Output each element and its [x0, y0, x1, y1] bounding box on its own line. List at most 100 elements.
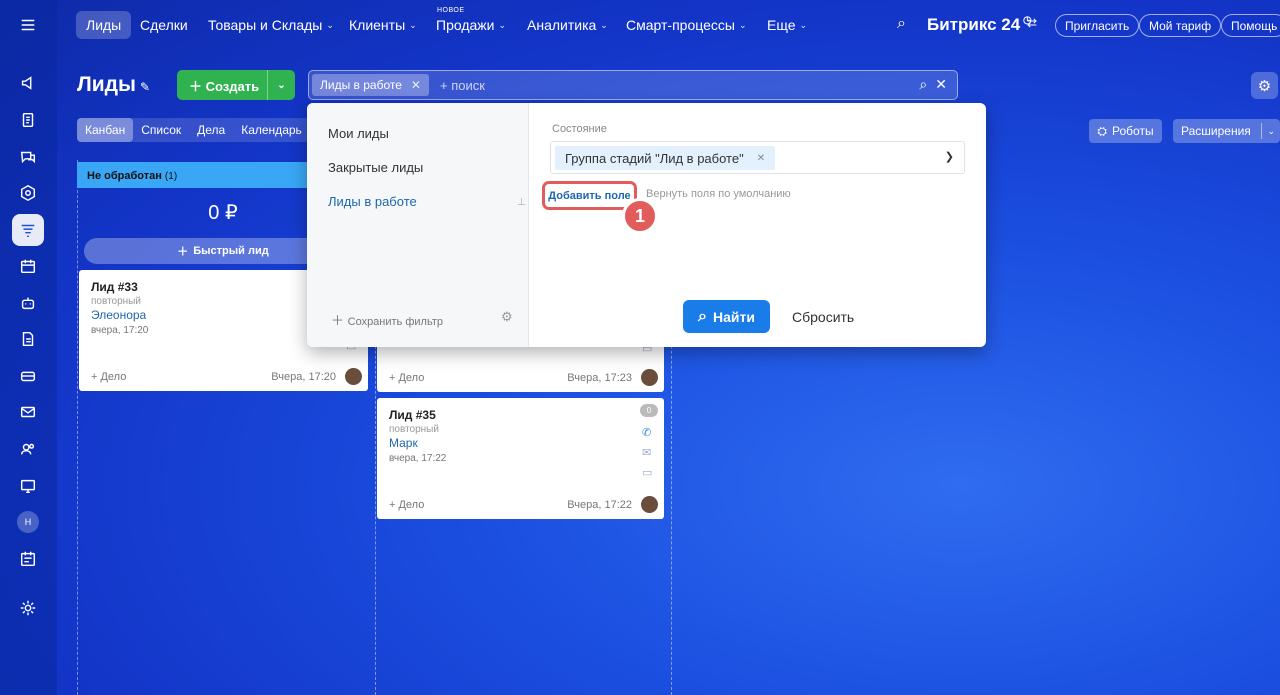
- plus-icon: ＋: [331, 313, 348, 328]
- status-chip[interactable]: Группа стадий "Лид в работе" ✕: [555, 146, 776, 170]
- card-title[interactable]: Лид #33: [91, 280, 138, 294]
- chevron-down-icon: ⌄: [409, 19, 417, 30]
- filter-search-bar[interactable]: Лиды в работе ✕ + поиск ⌕ ✕: [308, 70, 958, 100]
- settings-icon[interactable]: [12, 592, 44, 624]
- phone-icon[interactable]: ✆: [642, 426, 656, 439]
- nav-smart-processes[interactable]: Смарт-процессы ⌄: [616, 11, 756, 39]
- close-icon[interactable]: ✕: [411, 78, 421, 92]
- search-icon[interactable]: ⌕: [919, 76, 927, 93]
- column-divider: [77, 160, 78, 695]
- robots-button[interactable]: ⛭ Роботы: [1089, 119, 1162, 143]
- pin-icon[interactable]: ⊥: [517, 197, 526, 208]
- plan-button[interactable]: Мой тариф: [1139, 14, 1222, 37]
- chevron-down-icon: ⌄: [1267, 125, 1275, 136]
- avatar[interactable]: Н: [17, 511, 39, 533]
- card-subtitle: повторный: [91, 296, 141, 307]
- calendar-icon[interactable]: [12, 250, 44, 282]
- close-icon[interactable]: ✕: [935, 76, 947, 93]
- nav-analytics[interactable]: Аналитика ⌄: [517, 11, 618, 39]
- robot-icon: ⛭: [1097, 123, 1108, 138]
- screen-icon[interactable]: [12, 470, 44, 502]
- gear-icon[interactable]: ⚙: [1251, 72, 1278, 99]
- card-contact[interactable]: Элеонора: [91, 308, 146, 322]
- filter-chip[interactable]: Лиды в работе ✕: [312, 74, 429, 96]
- chevron-down-icon: ⌄: [799, 19, 808, 30]
- tab-kanban[interactable]: Канбан: [77, 118, 134, 142]
- status-field[interactable]: Группа стадий "Лид в работе" ✕ ❯: [550, 141, 965, 174]
- switch-icon[interactable]: ⇄: [1027, 16, 1037, 30]
- menu-icon[interactable]: [12, 9, 44, 41]
- nav-leads[interactable]: Лиды: [76, 11, 132, 39]
- add-activity-link[interactable]: + Дело: [389, 372, 424, 384]
- add-activity-link[interactable]: + Дело: [389, 499, 424, 511]
- nav-clients[interactable]: Клиенты ⌄: [339, 11, 427, 39]
- chat-icon[interactable]: ▭: [642, 466, 656, 479]
- search-icon: ⌕: [698, 307, 707, 325]
- filter-presets-panel: Мои лиды Закрытые лиды Лиды в работе ⊥ ＋…: [307, 103, 529, 347]
- chevron-down-icon: ⌄: [600, 19, 608, 30]
- search-icon[interactable]: ⌕: [897, 15, 906, 33]
- add-field-button[interactable]: Добавить поле: [542, 181, 637, 210]
- preset-leads-in-work[interactable]: Лиды в работе: [328, 194, 417, 209]
- users-icon[interactable]: [12, 433, 44, 465]
- preset-my-leads[interactable]: Мои лиды: [328, 126, 389, 141]
- tab-list[interactable]: Список: [133, 118, 189, 142]
- help-button[interactable]: Помощь: [1221, 14, 1280, 37]
- nav-products[interactable]: Товары и Склады ⌄: [198, 11, 344, 39]
- lead-card[interactable]: Лид #35 повторный Марк вчера, 17:22 0 ✆ …: [377, 398, 664, 519]
- file-icon[interactable]: [12, 323, 44, 355]
- find-button[interactable]: ⌕ Найти: [683, 300, 770, 333]
- pin-icon[interactable]: ✎: [140, 80, 150, 94]
- chevron-down-icon: ⌄: [498, 19, 507, 30]
- add-activity-link[interactable]: + Дело: [91, 371, 126, 383]
- invite-button[interactable]: Пригласить: [1055, 14, 1140, 37]
- megaphone-icon[interactable]: [12, 67, 44, 99]
- preset-closed-leads[interactable]: Закрытые лиды: [328, 160, 423, 175]
- card-title[interactable]: Лид #35: [389, 408, 436, 422]
- plus-icon: ＋: [189, 78, 206, 94]
- tab-calendar[interactable]: Календарь: [233, 118, 310, 142]
- hexagon-icon[interactable]: [12, 177, 44, 209]
- chevron-down-icon: ⌄: [326, 19, 334, 30]
- page-title: Лиды: [77, 73, 136, 96]
- extensions-button[interactable]: Расширения ⌄: [1173, 119, 1280, 143]
- mail-icon[interactable]: ✉: [642, 446, 656, 459]
- gear-icon[interactable]: ⚙: [501, 309, 513, 325]
- document-icon[interactable]: [12, 104, 44, 136]
- brand-logo[interactable]: Битрикс 24 ◷: [927, 15, 1032, 35]
- card-time: Вчера, 17:23: [567, 372, 632, 384]
- close-icon[interactable]: ✕: [757, 153, 765, 164]
- restore-default-fields-link[interactable]: Вернуть поля по умолчанию: [646, 188, 791, 200]
- card-contact[interactable]: Марк: [389, 436, 418, 450]
- avatar[interactable]: [345, 368, 362, 385]
- nav-deals[interactable]: Сделки: [130, 11, 198, 39]
- reset-button[interactable]: Сбросить: [792, 309, 854, 325]
- chevron-down-icon[interactable]: ⌄: [267, 70, 295, 100]
- chat-icon[interactable]: [12, 141, 44, 173]
- filter-popup: Мои лиды Закрытые лиды Лиды в работе ⊥ ＋…: [307, 103, 986, 347]
- avatar[interactable]: [641, 496, 658, 513]
- card-time: Вчера, 17:22: [567, 499, 632, 511]
- mail-icon[interactable]: [12, 396, 44, 428]
- step-marker: 1: [622, 198, 658, 234]
- chevron-down-icon[interactable]: ❯: [945, 150, 954, 163]
- lead-card[interactable]: ▭ + Дело Вчера, 17:23: [377, 340, 664, 392]
- save-filter-button[interactable]: ＋ Сохранить фильтр: [331, 310, 443, 329]
- top-nav: Лиды Сделки Товары и Склады ⌄ Клиенты ⌄ НО…: [57, 0, 1280, 50]
- nav-more[interactable]: Еще ⌄: [757, 11, 817, 39]
- robot-icon[interactable]: [12, 287, 44, 319]
- search-input[interactable]: + поиск: [440, 78, 485, 93]
- plus-icon: ＋: [177, 246, 189, 258]
- create-button[interactable]: ＋ Создать ⌄: [177, 70, 295, 100]
- card-icon[interactable]: [12, 360, 44, 392]
- tab-activities[interactable]: Дела: [189, 118, 233, 142]
- card-subtitle: повторный: [389, 424, 439, 435]
- tasks-icon[interactable]: [12, 543, 44, 575]
- card-date: вчера, 17:22: [389, 453, 447, 464]
- view-tabs: Канбан Список Дела Календарь: [77, 118, 310, 142]
- card-date: вчера, 17:20: [91, 325, 149, 336]
- avatar[interactable]: [641, 369, 658, 386]
- left-rail: Н: [0, 0, 57, 695]
- nav-sales[interactable]: Продажи ⌄: [426, 11, 516, 39]
- funnel-icon[interactable]: [12, 214, 44, 246]
